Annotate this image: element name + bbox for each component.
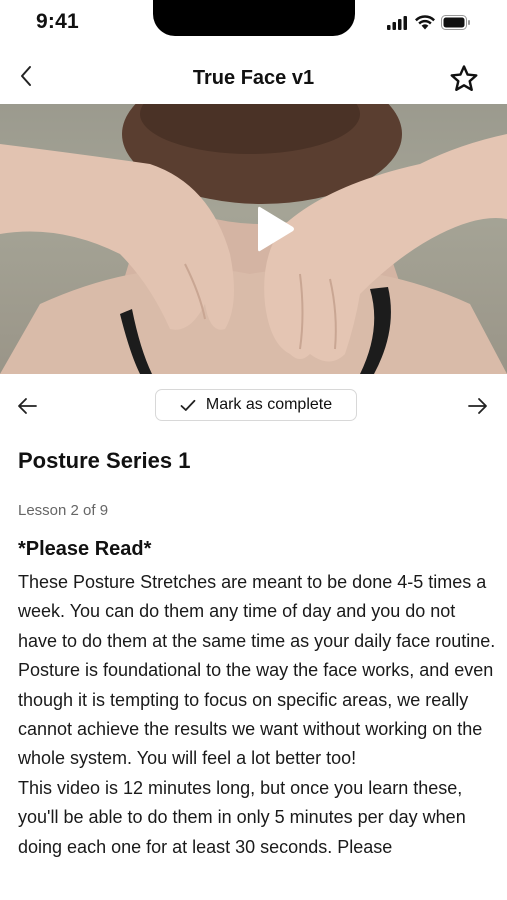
next-lesson-button[interactable] [465, 394, 489, 418]
video-thumbnail [0, 104, 507, 374]
lesson-paragraph: Posture is foundational to the way the f… [18, 660, 494, 769]
check-icon [180, 399, 196, 411]
wifi-icon [415, 15, 435, 30]
previous-lesson-button[interactable] [16, 394, 40, 418]
lesson-paragraph: This video is 12 minutes long, but once … [18, 777, 466, 857]
device-notch [153, 0, 355, 36]
play-icon[interactable] [256, 204, 296, 254]
arrow-left-icon [18, 398, 37, 414]
series-title: Posture Series 1 [18, 448, 191, 473]
mark-complete-label: Mark as complete [205, 396, 333, 413]
lesson-controls: Mark as complete [0, 388, 507, 424]
lesson-progress: Lesson 2 of 9 [18, 502, 109, 519]
status-icons [387, 15, 471, 30]
lesson-heading: *Please Read* [18, 538, 152, 560]
arrow-right-icon [468, 398, 487, 414]
favorite-button[interactable] [449, 64, 479, 94]
lesson-description: These Posture Stretches are meant to be … [18, 568, 498, 862]
signal-icon [387, 15, 407, 30]
nav-header: True Face v1 [0, 56, 507, 102]
page-title: True Face v1 [192, 67, 315, 89]
mark-complete-button[interactable]: Mark as complete [155, 389, 357, 421]
battery-icon [441, 15, 470, 30]
status-bar: 9:41 [0, 0, 507, 48]
star-outline-icon [450, 65, 478, 91]
lesson-screen: 9:41 True Face v1 Mark as complete Postu… [0, 0, 507, 900]
lesson-paragraph: These Posture Stretches are meant to be … [18, 572, 496, 651]
status-time: 9:41 [36, 10, 79, 33]
lesson-video[interactable] [0, 104, 507, 374]
